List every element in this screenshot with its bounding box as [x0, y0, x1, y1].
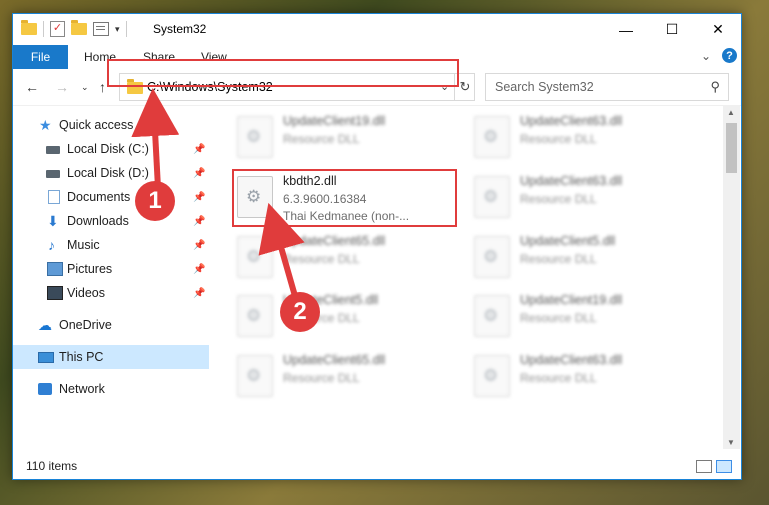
step-1-badge: 1	[135, 181, 175, 221]
annotation-arrows	[131, 88, 305, 297]
arrow-to-file	[258, 202, 305, 297]
step-2-badge: 2	[280, 292, 320, 332]
arrow-to-address	[131, 88, 180, 189]
